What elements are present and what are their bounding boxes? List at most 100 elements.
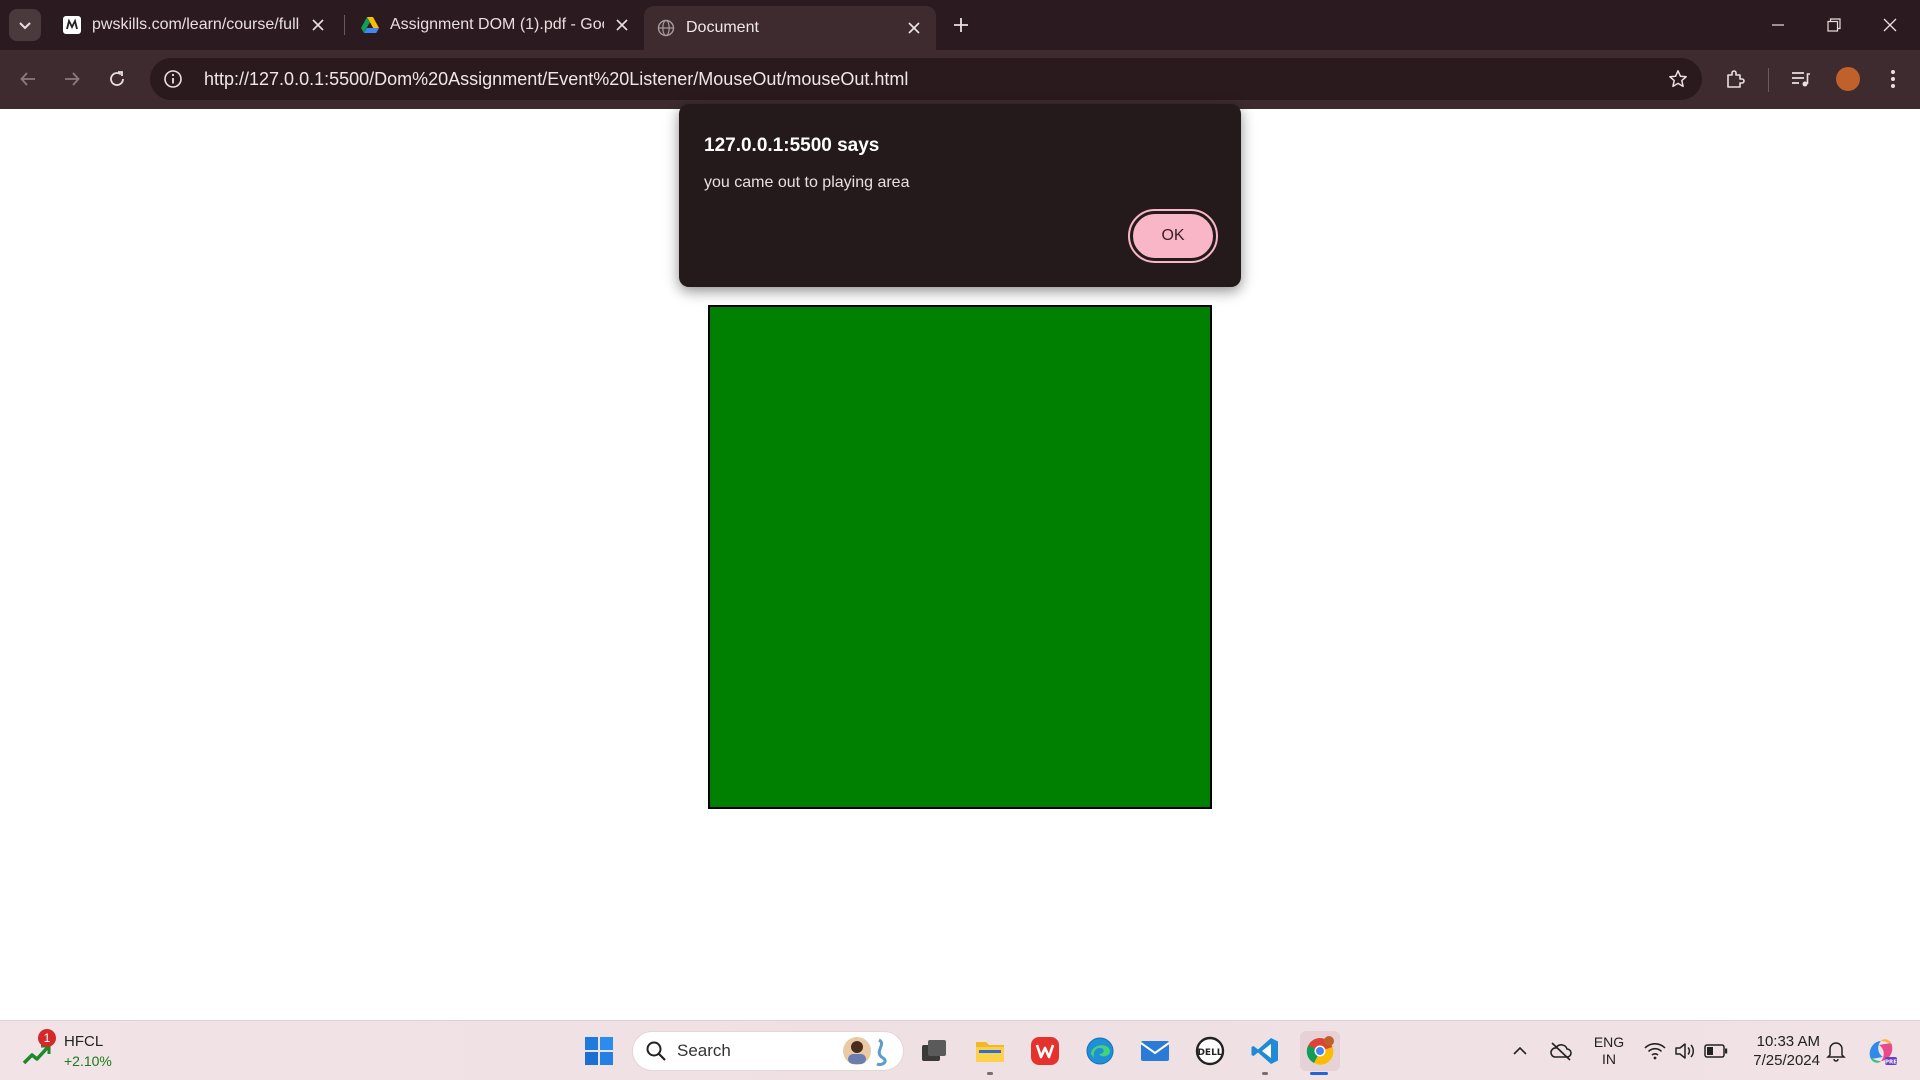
arrow-right-icon <box>65 72 80 86</box>
arrow-left-icon <box>20 72 35 86</box>
tab-search-button[interactable] <box>9 9 41 41</box>
stock-name: HFCL <box>64 1033 104 1050</box>
bell-icon <box>1826 1042 1846 1062</box>
extensions-button[interactable] <box>1718 62 1752 96</box>
search-icon <box>646 1041 666 1061</box>
close-icon <box>1883 18 1897 32</box>
language-code: ENG <box>1593 1034 1625 1050</box>
more-vertical-icon <box>1891 70 1895 88</box>
folder-icon <box>976 1042 1004 1062</box>
search-highlight-icon <box>843 1037 887 1066</box>
back-button[interactable] <box>11 62 45 96</box>
chevron-up-icon <box>1513 1046 1527 1055</box>
windows-taskbar: 1 HFCL +2.10% Search DELL ENG IN 10:33 A… <box>0 1020 1920 1080</box>
mail-button[interactable] <box>1135 1031 1175 1071</box>
stock-widget[interactable]: 1 HFCL +2.10% <box>22 1029 132 1073</box>
vscode-button[interactable] <box>1245 1031 1285 1071</box>
wps-office-icon <box>1031 1037 1059 1065</box>
reload-button[interactable] <box>100 62 134 96</box>
vscode-icon <box>1251 1038 1278 1064</box>
copilot-button[interactable]: PRE <box>1862 1031 1900 1071</box>
chrome-button[interactable] <box>1300 1031 1340 1071</box>
date-text: 7/25/2024 <box>1753 1052 1820 1069</box>
forward-button[interactable] <box>55 62 89 96</box>
volume-button[interactable] <box>1672 1031 1698 1071</box>
svg-text:DELL: DELL <box>1197 1048 1222 1058</box>
new-tab-button[interactable] <box>947 11 975 39</box>
chrome-menu-button[interactable] <box>1876 62 1910 96</box>
chevron-down-icon <box>19 22 31 30</box>
restore-button[interactable] <box>1806 0 1862 50</box>
tab-document[interactable]: Document <box>644 6 936 50</box>
playlist-icon <box>1792 72 1810 87</box>
tab-separator <box>344 15 345 35</box>
tab-label: pwskills.com/learn/course/full-s <box>92 16 300 33</box>
edge-icon <box>1086 1037 1114 1065</box>
task-view-icon <box>922 1040 946 1061</box>
wps-office-button[interactable] <box>1025 1031 1065 1071</box>
chrome-icon <box>1306 1036 1334 1065</box>
pwskills-icon <box>62 15 82 35</box>
search-label: Search <box>677 1041 731 1060</box>
file-explorer-button[interactable] <box>970 1031 1010 1071</box>
svg-text:PRE: PRE <box>1885 1060 1897 1066</box>
region-code: IN <box>1602 1051 1616 1067</box>
notifications-button[interactable] <box>1824 1031 1848 1071</box>
battery-button[interactable] <box>1702 1031 1730 1071</box>
cloud-offline-icon <box>1550 1042 1572 1061</box>
dell-logo-icon: DELL <box>1195 1036 1225 1066</box>
dell-app-button[interactable]: DELL <box>1190 1031 1230 1071</box>
close-tab-icon[interactable] <box>612 15 632 35</box>
running-indicator <box>1262 1072 1268 1075</box>
plus-icon <box>954 18 968 32</box>
alert-message: you came out to playing area <box>704 174 910 191</box>
onedrive-button[interactable] <box>1546 1031 1576 1071</box>
close-tab-icon[interactable] <box>308 15 328 35</box>
globe-icon <box>656 18 676 38</box>
tab-assignment-pdf[interactable]: Assignment DOM (1).pdf - Goo <box>348 8 644 42</box>
running-indicator <box>987 1072 993 1075</box>
tab-label: Document <box>686 19 759 36</box>
browser-toolbar: http://127.0.0.1:5500/Dom%20Assignment/E… <box>0 50 1920 109</box>
avatar <box>1836 67 1860 91</box>
start-button[interactable] <box>579 1031 619 1071</box>
edge-browser-button[interactable] <box>1080 1031 1120 1071</box>
mail-icon <box>1140 1041 1170 1061</box>
close-window-button[interactable] <box>1862 0 1918 50</box>
google-drive-icon <box>360 15 380 35</box>
copilot-icon: PRE <box>1869 1039 1897 1066</box>
clock[interactable]: 10:33 AM 7/25/2024 <box>1742 1031 1820 1071</box>
wifi-button[interactable] <box>1642 1031 1668 1071</box>
playing-area-box[interactable] <box>708 305 1212 809</box>
tab-label: Assignment DOM (1).pdf - Goo <box>390 16 604 33</box>
minimize-icon <box>1772 24 1784 26</box>
media-control-button[interactable] <box>1784 62 1818 96</box>
alert-ok-button[interactable]: OK <box>1128 209 1218 263</box>
bookmark-star-icon[interactable] <box>1664 65 1692 93</box>
task-view-button[interactable] <box>914 1031 954 1071</box>
show-hidden-icons-button[interactable] <box>1506 1031 1534 1071</box>
wifi-icon <box>1644 1043 1666 1060</box>
reload-icon <box>110 71 124 86</box>
language-indicator[interactable]: ENG IN <box>1588 1031 1630 1071</box>
alert-title: 127.0.0.1:5500 says <box>704 135 880 156</box>
profile-button[interactable] <box>1831 62 1865 96</box>
speaker-icon <box>1675 1043 1695 1059</box>
tab-pwskills[interactable]: pwskills.com/learn/course/full-s <box>50 8 340 42</box>
notification-badge: 1 <box>38 1029 56 1047</box>
close-tab-icon[interactable] <box>904 18 924 38</box>
site-info-icon[interactable] <box>152 58 194 100</box>
url-text[interactable]: http://127.0.0.1:5500/Dom%20Assignment/E… <box>204 69 908 90</box>
active-app-indicator <box>1310 1072 1328 1075</box>
address-bar[interactable]: http://127.0.0.1:5500/Dom%20Assignment/E… <box>150 58 1702 100</box>
time-text: 10:33 AM <box>1756 1033 1820 1050</box>
stock-change: +2.10% <box>64 1053 112 1069</box>
toolbar-divider <box>1768 68 1769 92</box>
minimize-button[interactable] <box>1750 0 1806 50</box>
restore-icon <box>1827 18 1841 32</box>
windows-logo-icon <box>585 1037 613 1065</box>
taskbar-search[interactable]: Search <box>632 1031 904 1071</box>
battery-icon <box>1704 1044 1728 1058</box>
browser-titlebar: pwskills.com/learn/course/full-s Assignm… <box>0 0 1920 50</box>
puzzle-icon <box>1727 70 1745 88</box>
